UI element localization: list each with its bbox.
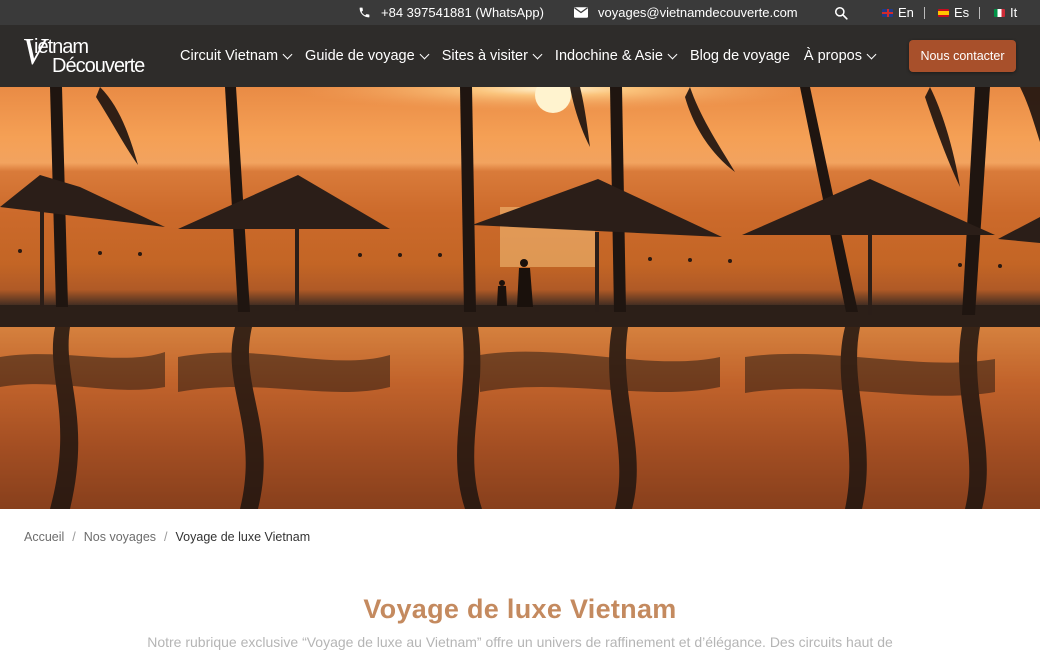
language-it-label[interactable]: It — [1010, 5, 1017, 20]
nav-label[interactable]: Circuit Vietnam — [180, 48, 278, 64]
nav-a-propos[interactable]: À propos — [804, 48, 877, 64]
nav-label[interactable]: À propos — [804, 48, 862, 64]
breadcrumb-separator: / — [164, 530, 168, 544]
phone-icon — [359, 7, 370, 18]
nav-indochine-asie[interactable]: Indochine & Asie — [555, 48, 678, 64]
chevron-down-icon — [419, 49, 430, 60]
language-en[interactable]: En — [882, 0, 914, 25]
chevron-down-icon — [282, 49, 293, 60]
chevron-down-icon — [866, 49, 877, 60]
language-es-label[interactable]: Es — [954, 5, 969, 20]
chevron-down-icon — [667, 49, 678, 60]
email-address[interactable]: voyages@vietnamdecouverte.com — [598, 5, 798, 20]
main-nav: Circuit Vietnam Guide de voyage Sites à … — [180, 25, 877, 87]
nav-guide-de-voyage[interactable]: Guide de voyage — [305, 48, 430, 64]
breadcrumb-current: Voyage de luxe Vietnam — [175, 530, 311, 544]
nav-sites-a-visiter[interactable]: Sites à visiter — [442, 48, 543, 64]
chevron-down-icon — [532, 49, 543, 60]
intro-paragraph: Notre rubrique exclusive “Voyage de luxe… — [147, 634, 893, 650]
language-es[interactable]: Es — [938, 0, 969, 25]
top-bar: +84 397541881 (WhatsApp) voyages@vietnam… — [0, 0, 1040, 25]
main-header: V ietnam Découverte Circuit Vietnam Guid… — [0, 25, 1040, 87]
site-logo[interactable]: V ietnam Découverte — [22, 33, 145, 79]
divider — [924, 7, 925, 19]
logo-line-2: Découverte — [52, 55, 145, 77]
email-contact[interactable]: voyages@vietnamdecouverte.com — [574, 0, 798, 25]
nav-label[interactable]: Indochine & Asie — [555, 48, 663, 64]
hero-image — [0, 87, 1040, 509]
phone-number[interactable]: +84 397541881 (WhatsApp) — [381, 5, 544, 20]
page-title: Voyage de luxe Vietnam — [363, 594, 677, 624]
divider — [979, 7, 980, 19]
breadcrumb-separator: / — [72, 530, 76, 544]
breadcrumb-link-voyages[interactable]: Nos voyages — [84, 530, 156, 544]
nav-label[interactable]: Sites à visiter — [442, 48, 528, 64]
language-it[interactable]: It — [994, 0, 1017, 25]
mail-icon — [574, 7, 588, 18]
uk-flag-icon — [882, 8, 893, 17]
search-icon — [834, 6, 848, 20]
nav-blog-de-voyage[interactable]: Blog de voyage — [690, 48, 790, 64]
search-button[interactable] — [834, 0, 848, 25]
contact-button[interactable]: Nous contacter — [909, 40, 1016, 72]
italy-flag-icon — [994, 8, 1005, 17]
nav-label[interactable]: Guide de voyage — [305, 48, 415, 64]
breadcrumb-link-home[interactable]: Accueil — [24, 530, 64, 544]
nav-circuit-vietnam[interactable]: Circuit Vietnam — [180, 48, 293, 64]
breadcrumb: Accueil / Nos voyages / Voyage de luxe V… — [24, 530, 310, 544]
nav-label[interactable]: Blog de voyage — [690, 48, 790, 64]
language-en-label[interactable]: En — [898, 5, 914, 20]
spain-flag-icon — [938, 8, 949, 17]
phone-contact[interactable]: +84 397541881 (WhatsApp) — [358, 0, 544, 25]
hero-beach-sunset-illustration — [0, 87, 1040, 509]
